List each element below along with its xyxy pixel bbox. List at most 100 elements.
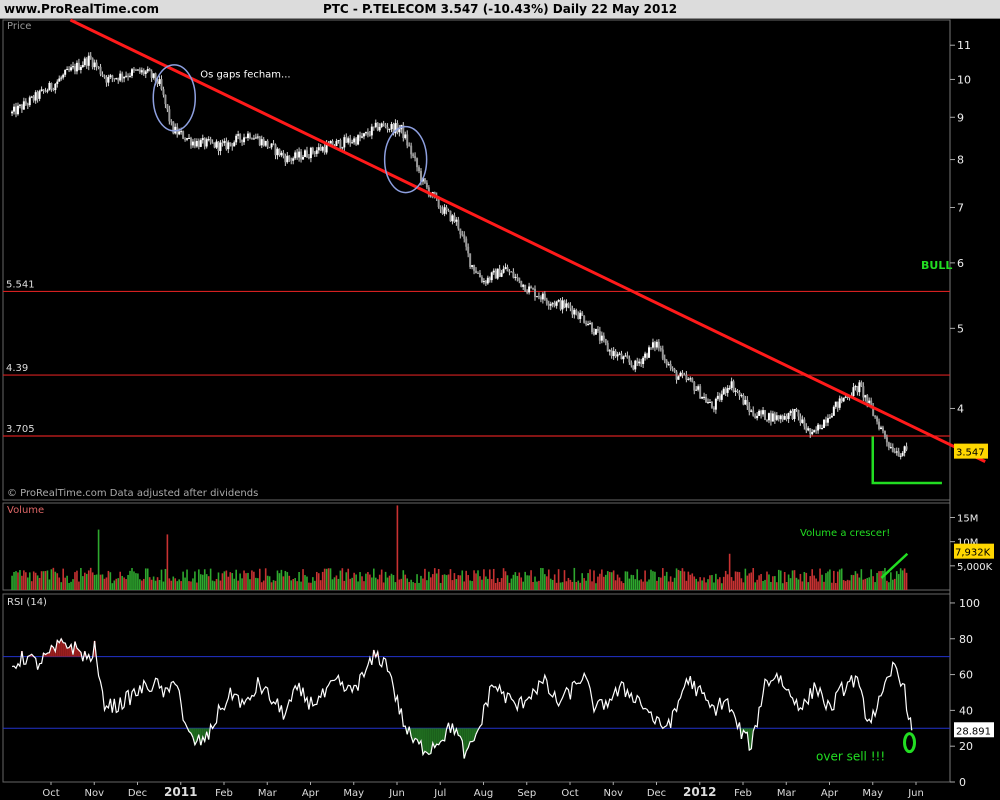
volume-bar bbox=[235, 569, 237, 590]
candle-body bbox=[215, 141, 218, 148]
candle-body bbox=[317, 147, 320, 151]
volume-bar bbox=[689, 574, 692, 590]
volume-bar bbox=[430, 577, 432, 590]
volume-bar bbox=[567, 577, 570, 590]
volume-bar bbox=[516, 575, 519, 590]
volume-bar bbox=[549, 578, 552, 590]
candle-body bbox=[410, 145, 413, 155]
volume-bar bbox=[805, 572, 808, 590]
volume-bar bbox=[219, 580, 222, 590]
candle-body bbox=[791, 410, 794, 419]
volume-bar bbox=[258, 568, 261, 590]
volume-bar bbox=[93, 574, 96, 590]
downtrend-line[interactable] bbox=[69, 18, 986, 463]
volume-bar bbox=[901, 570, 904, 590]
volume-bar bbox=[298, 572, 300, 590]
volume-bar bbox=[663, 575, 666, 590]
candle-body bbox=[414, 156, 417, 159]
candle-body bbox=[699, 386, 702, 399]
candle-body bbox=[856, 386, 859, 393]
support-line[interactable] bbox=[871, 436, 942, 485]
volume-bar bbox=[563, 570, 566, 590]
volume-bar bbox=[903, 568, 906, 590]
volume-bar bbox=[459, 575, 462, 590]
candle-body bbox=[13, 106, 16, 112]
candle-body bbox=[718, 395, 721, 400]
volume-bar bbox=[573, 567, 576, 590]
candle-body bbox=[213, 142, 216, 148]
volume-bar bbox=[677, 569, 680, 590]
candle-body bbox=[75, 62, 78, 72]
volume-bar bbox=[337, 578, 340, 590]
volume-bar bbox=[213, 581, 216, 590]
candle-body bbox=[610, 350, 613, 357]
volume-bar bbox=[192, 578, 194, 590]
volume-bar bbox=[697, 581, 699, 590]
candle-body bbox=[710, 401, 713, 408]
volume-bar bbox=[388, 575, 391, 590]
chart-area[interactable]: Price Volume RSI (14) © ProRealTime.com Dat… bbox=[0, 18, 1000, 800]
volume-bar bbox=[638, 580, 640, 590]
rsi-oversold-circle bbox=[903, 732, 917, 754]
volume-bar bbox=[795, 577, 798, 590]
price-ytick-label: 4 bbox=[957, 402, 964, 415]
volume-bar bbox=[709, 575, 711, 590]
volume-bar bbox=[762, 580, 764, 590]
xaxis-label-Mar: Mar bbox=[777, 788, 797, 799]
rsi-annotation: over sell !!! bbox=[816, 750, 885, 764]
candle-body bbox=[620, 353, 623, 360]
candle-body bbox=[903, 446, 906, 453]
rsi-panel-frame bbox=[2, 593, 951, 783]
volume-bar bbox=[180, 581, 182, 590]
candle-body bbox=[475, 270, 478, 273]
volume-bar bbox=[121, 575, 123, 590]
candle-body bbox=[412, 154, 415, 157]
candle-body bbox=[532, 288, 535, 290]
volume-bar bbox=[781, 583, 784, 590]
candle-body bbox=[111, 75, 114, 79]
volume-bar bbox=[461, 570, 464, 590]
volume-bar bbox=[703, 577, 705, 590]
candle-body bbox=[644, 353, 647, 358]
candle-body bbox=[18, 104, 21, 106]
volume-bar bbox=[502, 568, 505, 590]
candle-body bbox=[754, 415, 757, 419]
candle-body bbox=[68, 68, 71, 71]
candle-body bbox=[83, 58, 86, 66]
volume-bar bbox=[52, 567, 55, 590]
volume-bar bbox=[91, 572, 94, 590]
candle-body bbox=[201, 138, 204, 141]
volume-bar bbox=[349, 578, 352, 590]
candle-body bbox=[103, 75, 106, 78]
gap-circle[interactable] bbox=[152, 64, 197, 132]
volume-bar bbox=[634, 579, 637, 590]
volume-bar bbox=[156, 577, 159, 590]
volume-bar bbox=[62, 568, 64, 590]
volume-bar bbox=[374, 577, 377, 590]
volume-bar bbox=[471, 581, 473, 590]
volume-bar bbox=[724, 570, 727, 590]
volume-bar bbox=[11, 575, 13, 590]
volume-bar bbox=[435, 573, 438, 590]
volume-bar bbox=[178, 579, 180, 590]
volume-bar bbox=[329, 568, 332, 590]
volume-bar bbox=[152, 576, 155, 590]
volume-bar bbox=[400, 578, 403, 590]
candle-body bbox=[897, 451, 900, 457]
volume-bar bbox=[131, 568, 133, 590]
candle-body bbox=[286, 155, 289, 163]
candle-body bbox=[132, 69, 135, 71]
volume-bar bbox=[164, 568, 167, 590]
volume-bar bbox=[777, 569, 780, 590]
volume-bar bbox=[398, 579, 401, 590]
candle-body bbox=[789, 410, 792, 414]
volume-bar bbox=[585, 580, 587, 590]
volume-bar bbox=[640, 579, 642, 590]
volume-bar bbox=[241, 578, 243, 590]
candle-body bbox=[587, 323, 590, 325]
candle-body bbox=[34, 92, 37, 101]
rsi-ytick-label: 0 bbox=[959, 776, 966, 789]
candle-body bbox=[20, 104, 23, 110]
volume-bar bbox=[827, 571, 829, 590]
volume-bar bbox=[730, 577, 733, 590]
